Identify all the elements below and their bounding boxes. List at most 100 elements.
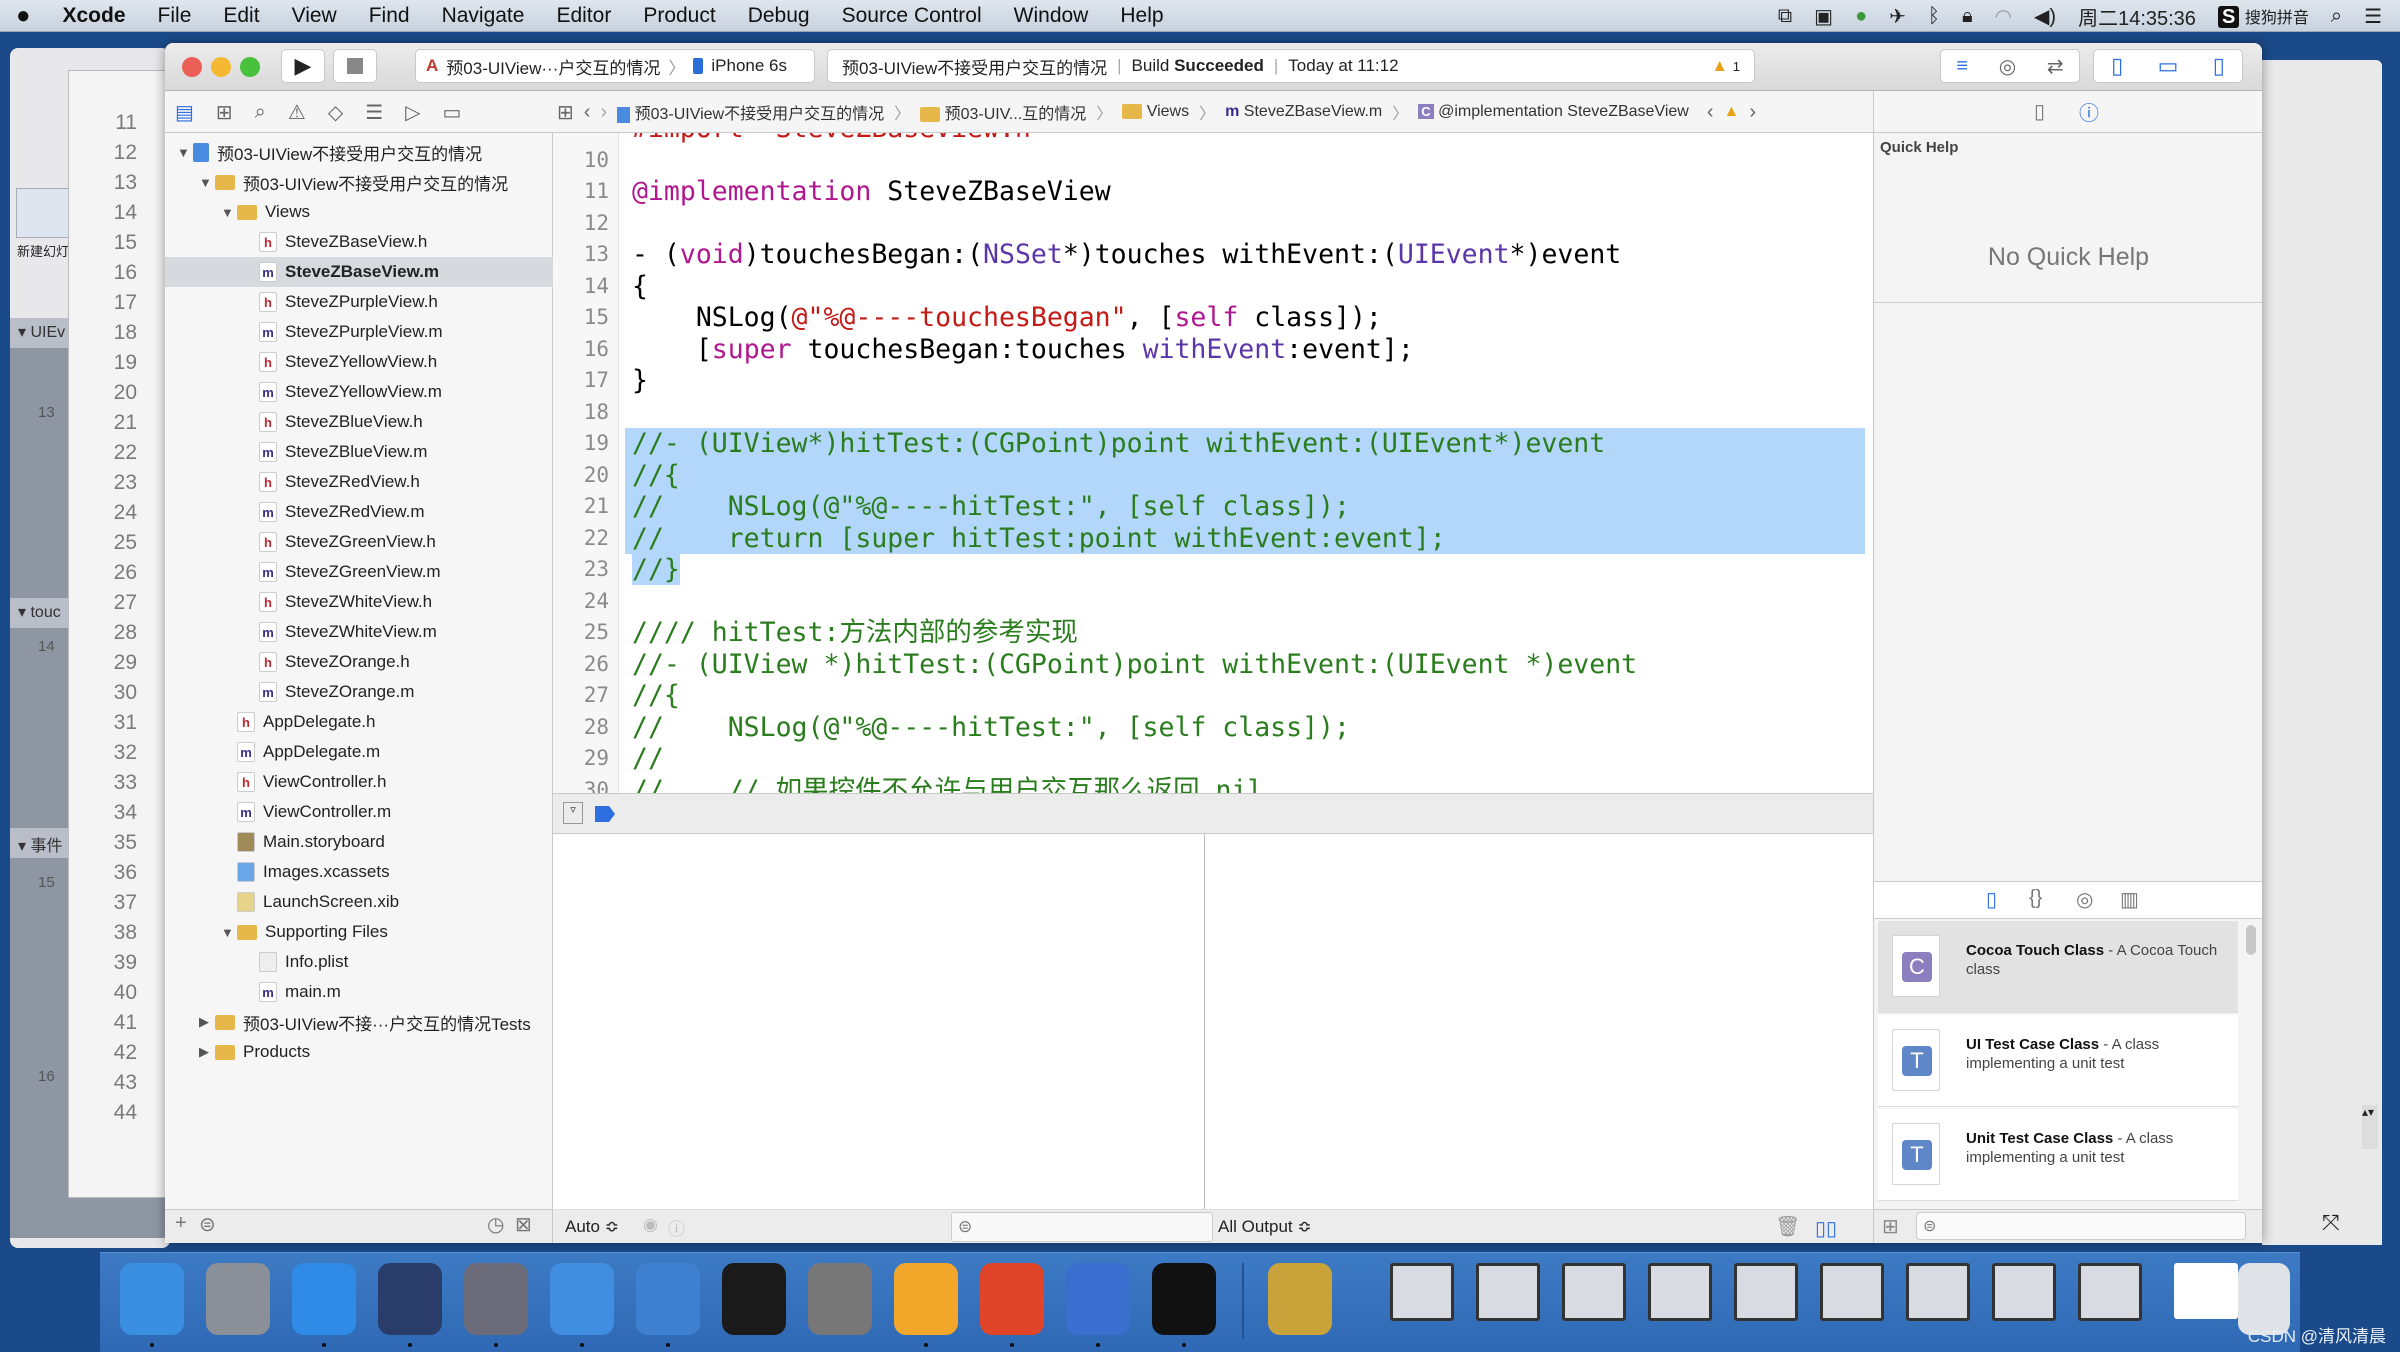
dock-launchpad-icon[interactable] <box>206 1263 270 1335</box>
library-scrollbar[interactable] <box>2246 925 2256 955</box>
lock-icon[interactable]: 🔒︎ <box>1962 5 1973 28</box>
menu-find[interactable]: Find <box>353 4 426 28</box>
filter-icon[interactable]: ⊜ <box>199 1212 216 1237</box>
breakpoints-toggle-icon[interactable] <box>595 806 615 822</box>
object-library-icon[interactable]: ◎ <box>2076 887 2093 912</box>
add-button[interactable]: + <box>175 1212 187 1235</box>
jump-group[interactable]: 预03-UIV...互的情况 <box>920 100 1086 124</box>
dock-xcode-icon[interactable] <box>550 1263 614 1335</box>
console-output[interactable] <box>1205 834 1873 1209</box>
variables-view[interactable] <box>553 834 1205 1209</box>
menu-navigate[interactable]: Navigate <box>426 4 541 28</box>
navigator-item[interactable]: ▶ Products <box>165 1037 553 1067</box>
scheme-selector[interactable]: A 预03-UIView···户交互的情况 〉 iPhone 6s <box>415 49 815 83</box>
navigator-item[interactable]: h SteveZYellowView.h <box>165 347 553 377</box>
next-issue-button[interactable]: › <box>1749 101 1756 124</box>
airplane-icon[interactable]: ✈ <box>1889 4 1906 29</box>
screen-mirror-icon[interactable]: ⧉ <box>1778 5 1792 28</box>
menu-debug[interactable]: Debug <box>732 4 826 28</box>
navigator-item[interactable]: m main.m <box>165 977 553 1007</box>
navigator-item[interactable]: m SteveZPurpleView.m <box>165 317 553 347</box>
navigator-item[interactable]: m SteveZRedView.m <box>165 497 553 527</box>
library-item[interactable]: T Unit Test Case Class - A class implemen… <box>1878 1109 2238 1201</box>
disclosure-closed-icon[interactable]: ▶ <box>199 1014 215 1030</box>
menu-editor[interactable]: Editor <box>540 4 627 28</box>
scroll-arrows[interactable]: ▴▾ <box>2362 1105 2378 1149</box>
navigator-item[interactable]: h SteveZOrange.h <box>165 647 553 677</box>
navigator-item[interactable]: ▼ Supporting Files <box>165 917 553 947</box>
volume-icon[interactable]: ◀) <box>2034 4 2056 29</box>
navigator-item[interactable]: h AppDelegate.h <box>165 707 553 737</box>
dock-safari-icon[interactable] <box>292 1263 356 1335</box>
navigator-item[interactable]: ▶ 预03-UIView不接···户交互的情况Tests <box>165 1007 553 1037</box>
minimized-window-icon[interactable] <box>1734 1263 1798 1321</box>
library-item[interactable]: C Cocoa Touch Class - A Cocoa Touch class <box>1878 921 2238 1013</box>
find-navigator-icon[interactable]: ⌕ <box>255 101 266 124</box>
quick-help-icon[interactable]: ⓘ <box>2079 97 2099 126</box>
code-line[interactable]: 12 <box>553 208 1873 240</box>
jump-views[interactable]: Views <box>1122 103 1189 121</box>
minimized-window-icon[interactable] <box>1476 1263 1540 1321</box>
disclosure-open-icon[interactable]: ▼ <box>177 145 193 160</box>
split-view-icon[interactable]: ▯▯ <box>1815 1216 1837 1241</box>
navigator-item[interactable]: Images.xcassets <box>165 857 553 887</box>
menu-file[interactable]: File <box>142 4 208 28</box>
code-line[interactable]: 18 <box>553 397 1873 429</box>
navigator-item[interactable]: Main.storyboard <box>165 827 553 857</box>
dock-mouse-app-icon[interactable] <box>378 1263 442 1335</box>
spotlight-icon[interactable]: ⌕ <box>2331 5 2342 28</box>
camera-icon[interactable]: ▣ <box>1814 4 1833 29</box>
code-line[interactable]: 11 @implementation SteveZBaseView <box>553 176 1873 208</box>
code-line[interactable]: 21 // NSLog(@"%@----hitTest:", [self clas… <box>553 491 1873 523</box>
clock[interactable]: 周二14:35:36 <box>2078 2 2196 31</box>
recent-files-icon[interactable]: ◷ <box>487 1212 504 1237</box>
code-line[interactable]: 16 [super touchesBegan:touches withEvent… <box>553 334 1873 366</box>
menu-source-control[interactable]: Source Control <box>826 4 998 28</box>
new-slide-button[interactable]: 新建幻灯片 <box>16 188 82 259</box>
navigator-item[interactable]: m AppDelegate.m <box>165 737 553 767</box>
menu-window[interactable]: Window <box>998 4 1105 28</box>
toggle-utilities-icon[interactable]: ▯ <box>2213 53 2225 79</box>
quick-look-icon[interactable]: ◉ <box>643 1215 658 1235</box>
dock-media-player-icon[interactable] <box>1268 1263 1332 1335</box>
code-line[interactable]: 23 //} <box>553 554 1873 586</box>
notification-center-icon[interactable]: ☰ <box>2364 4 2382 29</box>
navigator-item[interactable]: h SteveZGreenView.h <box>165 527 553 557</box>
wifi-icon[interactable]: ◠ <box>1995 4 2012 29</box>
disclosure-open-icon[interactable]: ▼ <box>221 205 237 220</box>
variables-scope-select[interactable]: Auto ≎ <box>565 1217 619 1237</box>
fullscreen-icon[interactable]: ⤧ <box>2322 1210 2340 1236</box>
version-editor-icon[interactable]: ⇄ <box>2047 54 2064 79</box>
file-inspector-icon[interactable]: ▯ <box>2034 99 2045 124</box>
hide-debug-area-icon[interactable]: ▿ <box>563 802 583 824</box>
disclosure-open-icon[interactable]: ▼ <box>221 925 237 940</box>
navigator-item[interactable]: h SteveZPurpleView.h <box>165 287 553 317</box>
bluetooth-icon[interactable]: ᛒ <box>1928 5 1940 28</box>
code-snippet-library-icon[interactable]: {} <box>2029 887 2042 910</box>
symbol-navigator-icon[interactable]: ⊞ <box>216 100 233 125</box>
navigator-item[interactable]: h SteveZBlueView.h <box>165 407 553 437</box>
jump-symbol[interactable]: C @implementation SteveZBaseView <box>1418 103 1689 121</box>
minimized-window-icon[interactable] <box>1648 1263 1712 1321</box>
library-item[interactable]: T UI Test Case Class - A class implementi… <box>1878 1015 2238 1107</box>
menu-help[interactable]: Help <box>1104 4 1179 28</box>
navigator-item[interactable]: h SteveZWhiteView.h <box>165 587 553 617</box>
jump-file[interactable]: m SteveZBaseView.m <box>1225 103 1382 121</box>
variables-filter-input[interactable]: ⊜ <box>951 1212 1213 1242</box>
dock-terminal-icon[interactable] <box>722 1263 786 1335</box>
app-status-icon[interactable]: ● <box>1855 5 1867 28</box>
disclosure-open-icon[interactable]: ▼ <box>199 175 215 190</box>
minimized-window-icon[interactable] <box>1562 1263 1626 1321</box>
apple-icon[interactable]: ● <box>0 2 47 30</box>
code-line[interactable]: 15 NSLog(@"%@----touchesBegan", [self cl… <box>553 302 1873 334</box>
minimized-window-icon[interactable] <box>1390 1263 1454 1321</box>
code-line[interactable]: 30 // // 如果控件不允许与用户交互那么返回 nil <box>553 775 1873 794</box>
downloads-stack-icon[interactable] <box>2174 1263 2238 1319</box>
navigator-item[interactable]: LaunchScreen.xib <box>165 887 553 917</box>
media-library-icon[interactable]: ▥ <box>2120 887 2139 912</box>
dock-sketch-icon[interactable] <box>894 1263 958 1335</box>
code-line[interactable]: 19 //- (UIView*)hitTest:(CGPoint)point wi… <box>553 428 1873 460</box>
back-button[interactable]: ‹ <box>584 101 591 124</box>
menu-edit[interactable]: Edit <box>207 4 275 28</box>
code-line[interactable]: 13 - (void)touchesBegan:(NSSet*)touches w… <box>553 239 1873 271</box>
